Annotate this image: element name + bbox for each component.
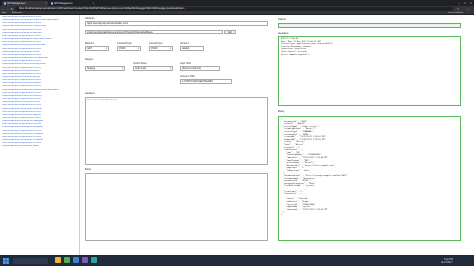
base-url-input[interactable]: https://serenity.api.service/builder.com… xyxy=(85,21,268,26)
user-did-label: User DID xyxy=(180,62,191,65)
tab-label: API Management xyxy=(7,2,26,5)
edge-taskbar-icon[interactable] xyxy=(73,257,79,263)
tab-label: API Management xyxy=(54,2,73,5)
version-input[interactable]: default xyxy=(180,46,204,51)
status-bar xyxy=(278,23,461,28)
forward-icon[interactable]: → xyxy=(6,7,10,12)
method-select[interactable]: GET xyxy=(85,46,109,51)
taskbar xyxy=(0,255,474,266)
region-select[interactable]: Staging xyxy=(85,66,125,71)
sidebar-endpoint-link[interactable]: endpoint/api/documents/sync/Status xyxy=(2,145,78,148)
start-button[interactable] xyxy=(3,257,9,264)
content-type-label: ContentType xyxy=(117,42,132,45)
reload-icon[interactable]: ↻ xyxy=(10,7,14,12)
endpoint-sidebar: https://serenitycms.apiservice.url.com/e… xyxy=(0,15,80,255)
content-type-select[interactable]: JSON xyxy=(117,46,141,51)
response-body-label: Body xyxy=(278,109,285,113)
response-headers-box: HTTP/1.1 200 OK Date: Mon, 27 Nov 2017 20… xyxy=(278,36,461,106)
path-input[interactable]: /customer/docs/api/documents/sync/Produc… xyxy=(85,29,223,34)
accept-type-select[interactable]: JSON xyxy=(149,46,173,51)
endpoint-link-list: https://serenitycms.apiservice.url.com/e… xyxy=(2,16,78,149)
headers-label: Headers xyxy=(85,92,95,95)
oauth-flow-select[interactable]: Auth Code xyxy=(133,66,173,71)
account-did-input[interactable]: 4.7F3FF7A9A7AEA7D4A8E7 xyxy=(180,79,232,84)
taskbar-search-box[interactable] xyxy=(13,257,48,264)
response-body-box: { "documentId" : "1001", "orderId" : "A0… xyxy=(278,116,461,241)
method-label: Method xyxy=(85,42,94,45)
bookmark-star-icon[interactable]: ☆ xyxy=(456,7,460,12)
address-bar[interactable]: https://localhost/api/api-portal/index.h… xyxy=(15,6,453,11)
tab-favicon-icon xyxy=(50,2,53,5)
accept-type-label: AcceptType xyxy=(149,42,163,45)
taskbar-clock-date: 11/27/2017 xyxy=(441,261,453,264)
user-did-input[interactable]: (discover:did:tmp) xyxy=(180,66,220,71)
address-label: Address xyxy=(85,17,95,20)
back-icon[interactable]: ← xyxy=(1,7,5,12)
go-button[interactable]: Go! xyxy=(224,29,236,34)
oauth-flow-label: OAuth Flow xyxy=(133,62,147,65)
response-headers-label: Headers xyxy=(278,31,289,35)
tab-favicon-icon xyxy=(3,2,6,5)
body-label: Body xyxy=(85,168,91,171)
visual-studio-icon[interactable] xyxy=(82,257,88,263)
bookmark-other[interactable]: Other bookmarks xyxy=(448,12,463,15)
account-did-label: Account DID xyxy=(180,75,195,78)
app-taskbar-icon[interactable] xyxy=(91,257,97,263)
file-explorer-icon[interactable] xyxy=(55,257,61,263)
region-label: Region xyxy=(85,58,94,61)
status-label: Status xyxy=(278,17,286,21)
code-line: Server: Apache-Coyote/1.1 xyxy=(281,53,310,56)
request-body-textarea[interactable] xyxy=(85,173,268,241)
chrome-taskbar-icon[interactable] xyxy=(64,257,70,263)
browser-menu-icon[interactable]: ⋮ xyxy=(466,7,470,12)
request-headers-textarea[interactable]: key: value, one header per line xyxy=(85,97,268,165)
windows-logo-icon xyxy=(3,257,9,264)
version-label: Version xyxy=(180,42,189,45)
code-line: } xyxy=(281,213,283,216)
